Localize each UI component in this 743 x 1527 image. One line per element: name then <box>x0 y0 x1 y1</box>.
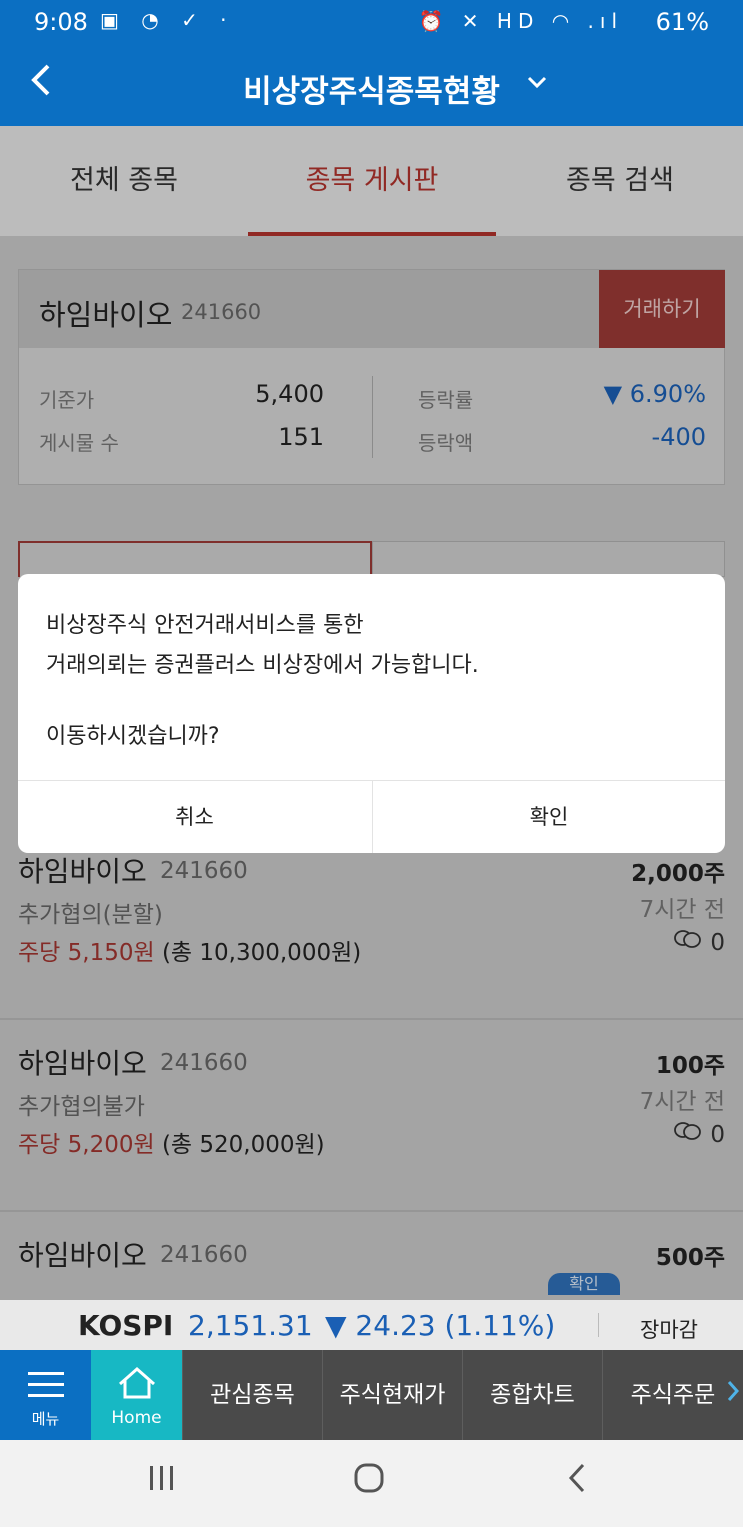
chevron-down-icon[interactable] <box>525 70 549 100</box>
dialog-footer: 취소 확인 <box>18 780 725 853</box>
market-ticker[interactable]: KOSPI 2,151.31 ▼ 24.23 (1.11%) 장마감 <box>0 1300 743 1350</box>
nav-watchlist[interactable]: 관심종목 <box>182 1350 322 1440</box>
nav-current-price[interactable]: 주식현재가 <box>322 1350 462 1440</box>
system-nav-bar <box>0 1440 743 1527</box>
page-title[interactable]: 비상장주식종목현황 <box>0 66 743 111</box>
cancel-button[interactable]: 취소 <box>18 781 371 853</box>
dialog-question: 이동하시겠습니까? <box>46 724 220 749</box>
recent-apps-icon[interactable] <box>147 1462 177 1502</box>
ticker-divider <box>598 1313 599 1337</box>
ticker-change: ▼ 24.23 (1.11%) <box>325 1309 556 1342</box>
status-time: 9:08 <box>34 8 88 36</box>
ticker-value: 2,151.31 <box>188 1309 313 1342</box>
notification-icons: ▣ ◔ ✓ · <box>100 8 235 32</box>
status-bar: 9:08 ▣ ◔ ✓ · ⏰ ✕ HD ◠ .ıl 61% <box>0 0 743 46</box>
back-icon[interactable] <box>566 1462 588 1503</box>
ticker-name: KOSPI <box>78 1309 174 1342</box>
menu-label: 메뉴 <box>31 1410 60 1428</box>
market-status: 장마감 <box>640 1318 698 1342</box>
confirm-dialog: 비상장주식 안전거래서비스를 통한 거래의뢰는 증권플러스 비상장에서 가능합니… <box>18 574 725 853</box>
chevron-right-icon[interactable] <box>727 1380 740 1408</box>
system-icons: ⏰ ✕ HD ◠ .ıl <box>418 9 623 33</box>
dialog-message: 비상장주식 안전거래서비스를 통한 거래의뢰는 증권플러스 비상장에서 가능합니… <box>46 606 479 686</box>
confirm-button[interactable]: 확인 <box>372 781 725 853</box>
battery-level: 61% <box>655 8 709 36</box>
nav-chart[interactable]: 종합차트 <box>462 1350 602 1440</box>
dialog-line-2: 거래의뢰는 증권플러스 비상장에서 가능합니다. <box>46 653 479 678</box>
home-label: Home <box>111 1408 162 1428</box>
app-header: 비상장주식종목현황 <box>0 46 743 126</box>
home-circle-icon[interactable] <box>353 1462 385 1503</box>
home-button[interactable]: Home <box>91 1350 182 1440</box>
nav-order[interactable]: 주식주문 <box>602 1350 743 1440</box>
menu-button[interactable]: 메뉴 <box>0 1350 91 1440</box>
dialog-line-1: 비상장주식 안전거래서비스를 통한 <box>46 613 364 638</box>
hamburger-icon <box>0 1350 91 1416</box>
home-icon <box>91 1350 182 1414</box>
bottom-nav: 메뉴 Home 관심종목 주식현재가 종합차트 주식주문 <box>0 1350 743 1440</box>
